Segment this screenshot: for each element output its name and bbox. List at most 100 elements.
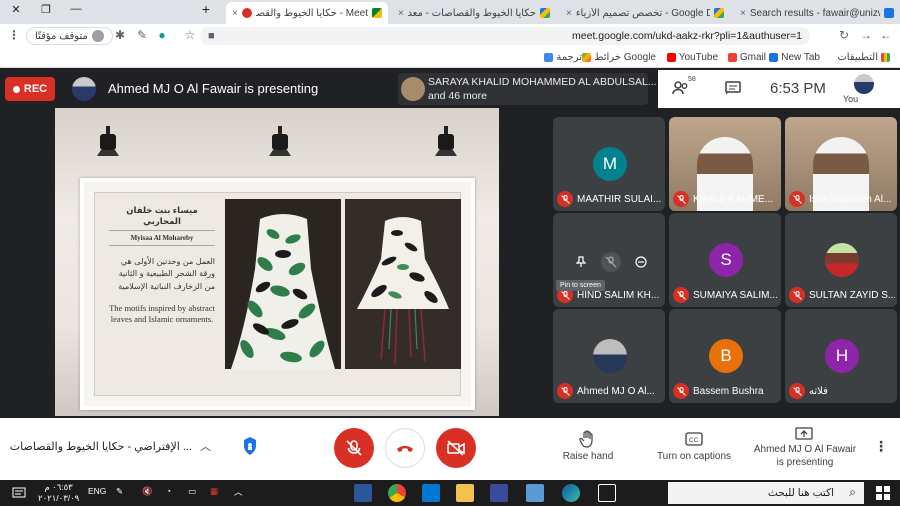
bookmark-apps[interactable]: التطبيقات bbox=[837, 52, 890, 63]
bookmark-youtube[interactable]: YouTube bbox=[666, 52, 718, 63]
bookmark-label: خرائط Google bbox=[594, 52, 656, 63]
avatar bbox=[91, 30, 104, 42]
tab-drive[interactable]: × تخصص تصميم الأزياء - Google Drive bbox=[560, 2, 730, 24]
raise-hand-icon[interactable] bbox=[579, 430, 597, 448]
tab-close-icon[interactable]: × bbox=[566, 8, 576, 19]
new-tab-icon[interactable]: + bbox=[196, 1, 216, 17]
participant-tile[interactable]: M MAATHIR SULAI... bbox=[553, 117, 665, 211]
tab-close-icon[interactable]: × bbox=[398, 8, 408, 19]
presenting-status-line1[interactable]: Ahmed MJ O Al Fawair bbox=[748, 444, 862, 455]
designer-name-en: Myisaa Al Mohareby bbox=[130, 234, 194, 242]
description-en: The motifs inspired by abstract leaves a… bbox=[109, 303, 215, 325]
raise-hand-label[interactable]: Raise hand bbox=[559, 451, 617, 462]
participant-tile[interactable]: H فلاته bbox=[785, 309, 897, 403]
meet-tray-icon[interactable]: ▦ bbox=[210, 486, 218, 497]
chevron-up-icon[interactable]: ︿ bbox=[200, 438, 211, 454]
minimize-window-icon[interactable]: — bbox=[66, 3, 86, 15]
battery-icon[interactable]: ▭ bbox=[188, 486, 196, 497]
presentation-screen[interactable]: ميساء بنت خلفان المحاربي Myisaa Al Mohar… bbox=[55, 108, 499, 416]
tab-close-icon[interactable]: × bbox=[740, 8, 750, 19]
remove-participant-icon[interactable] bbox=[631, 252, 651, 272]
mail-icon[interactable] bbox=[422, 484, 440, 502]
tab-meet[interactable]: × Meet - حكايا الخيوط والقصاصات bbox=[226, 2, 388, 24]
forward-icon[interactable]: → bbox=[858, 28, 874, 42]
pen-icon[interactable]: ✎ bbox=[116, 486, 123, 497]
edge-icon[interactable] bbox=[562, 484, 580, 502]
caption-divider bbox=[109, 230, 215, 231]
participant-avatar bbox=[825, 243, 859, 277]
captions-icon[interactable]: CC bbox=[685, 432, 703, 446]
extension-a-icon[interactable]: ● bbox=[154, 28, 170, 42]
participant-tile[interactable]: Issa Sulaiman Al... bbox=[785, 117, 897, 211]
artwork-frame: ميساء بنت خلفان المحاربي Myisaa Al Mohar… bbox=[80, 178, 475, 410]
windows-start-icon[interactable] bbox=[876, 486, 890, 500]
menu-icon[interactable]: ⋮ bbox=[6, 28, 22, 42]
file-explorer-icon[interactable] bbox=[456, 484, 474, 502]
presenting-status-line2[interactable]: is presenting bbox=[748, 457, 862, 468]
presenter-name: SARAYA KHALID MOHAMMED AL ABDULSAL... bbox=[428, 76, 657, 88]
tray-chevron-icon[interactable]: ︿ bbox=[234, 486, 243, 498]
store-icon[interactable] bbox=[526, 484, 544, 502]
bookmark-new-tab[interactable]: New Tab bbox=[769, 52, 820, 63]
pin-icon[interactable] bbox=[571, 252, 591, 272]
participant-tile[interactable]: Ahmed MJ O Al... bbox=[553, 309, 665, 403]
taskbar-search-input[interactable]: اكتب هنا للبحث ⌕ bbox=[668, 482, 864, 504]
participant-initial-avatar: M bbox=[593, 147, 627, 181]
tray-clock[interactable]: ٠٦:٥٣ م ٢٠٢١/٠٣/٠٩ bbox=[38, 482, 79, 504]
participant-tile[interactable]: KHALIFA AHME... bbox=[669, 117, 781, 211]
bookmark-label: Gmail bbox=[739, 52, 766, 63]
new-tab-bookmark-icon bbox=[769, 53, 779, 62]
camera-indicator-icon[interactable]: ■ bbox=[208, 30, 215, 42]
tab-search-results[interactable]: × Search results - fawair@unizwa.e bbox=[734, 2, 900, 24]
bookmark-maps[interactable]: خرائط Google bbox=[582, 52, 656, 63]
bookmark-gmail[interactable]: Gmail bbox=[727, 52, 766, 63]
participant-tile[interactable]: SULTAN ZAYID S... bbox=[785, 213, 897, 307]
extensions-icon[interactable]: ✱ bbox=[112, 28, 128, 42]
reload-icon[interactable]: ↻ bbox=[836, 28, 852, 42]
close-window-icon[interactable]: ✕ bbox=[6, 3, 26, 16]
notifications-icon[interactable] bbox=[12, 486, 26, 500]
tab-close-icon[interactable]: × bbox=[232, 8, 242, 19]
leave-call-button[interactable] bbox=[385, 428, 425, 468]
presenters-chip[interactable]: SARAYA KHALID MOHAMMED AL ABDULSAL... an… bbox=[398, 73, 657, 105]
record-dot-icon bbox=[12, 85, 20, 93]
tab-drive-edit[interactable]: × حكايا الخيوط والقصاصات - معدل bbox=[392, 2, 556, 24]
chrome-icon[interactable] bbox=[388, 484, 406, 502]
bookmark-label: YouTube bbox=[678, 52, 718, 63]
meeting-name[interactable]: ... الإفتراضي - حكايا الخيوط والقصاصات bbox=[10, 440, 192, 453]
microphone-toggle-button[interactable] bbox=[334, 428, 374, 468]
mic-off-icon bbox=[557, 383, 573, 399]
task-view-icon[interactable] bbox=[598, 484, 616, 502]
mute-participant-icon[interactable] bbox=[601, 252, 621, 272]
host-controls-shield-icon[interactable] bbox=[242, 436, 258, 456]
restore-window-icon[interactable]: ❐ bbox=[36, 3, 56, 16]
mic-off-icon bbox=[346, 440, 362, 456]
search-icon: ⌕ bbox=[849, 485, 856, 499]
captions-label[interactable]: Turn on captions bbox=[652, 451, 736, 462]
address-bar[interactable]: ■ meet.google.com/ukd-aakz-rkr?pli=1&aut… bbox=[200, 27, 810, 45]
present-now-icon[interactable] bbox=[795, 426, 813, 442]
profile-paused-button[interactable]: متوقف مؤقتًا bbox=[26, 27, 113, 45]
url-text: meet.google.com/ukd-aakz-rkr?pli=1&authu… bbox=[572, 30, 802, 42]
extension-edit-icon[interactable]: ✎ bbox=[134, 28, 150, 42]
word-icon[interactable] bbox=[354, 484, 372, 502]
camera-toggle-button[interactable] bbox=[436, 428, 476, 468]
browser-tabstrip: ✕ ❐ — + × Meet - حكايا الخيوط والقصاصات … bbox=[0, 0, 900, 24]
more-options-icon[interactable]: ⋮ bbox=[874, 438, 888, 455]
back-icon[interactable]: ← bbox=[878, 28, 894, 42]
recording-indicator[interactable]: REC bbox=[5, 77, 55, 101]
app-b-icon[interactable] bbox=[490, 484, 508, 502]
mic-off-icon bbox=[789, 191, 805, 207]
tray-time: ٠٦:٥٣ م bbox=[44, 482, 73, 492]
bookmark-star-icon[interactable]: ☆ bbox=[182, 28, 198, 42]
participant-tile[interactable]: S SUMAIYA SALIM... bbox=[669, 213, 781, 307]
tile-hover-controls bbox=[565, 247, 657, 277]
wifi-icon[interactable]: ◔ bbox=[166, 486, 171, 496]
input-language[interactable]: ENG bbox=[88, 486, 106, 496]
bookmark-translate[interactable]: ترجمة bbox=[544, 52, 582, 63]
chat-icon[interactable] bbox=[724, 80, 742, 96]
participant-initial-avatar: H bbox=[825, 339, 859, 373]
self-avatar bbox=[854, 74, 874, 94]
volume-muted-icon[interactable]: 🔇 bbox=[142, 486, 153, 497]
participant-tile[interactable]: B Bassem Bushra bbox=[669, 309, 781, 403]
